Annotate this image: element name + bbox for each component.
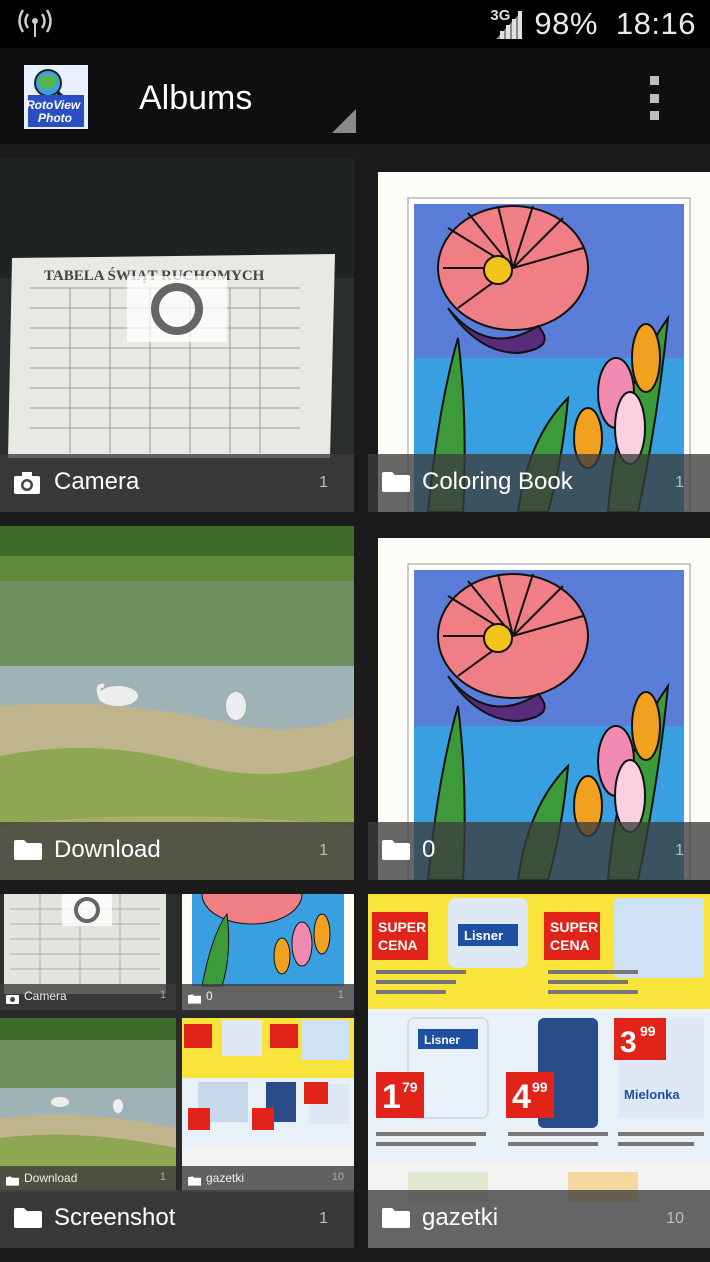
app-logo[interactable]: RotoView Photo (24, 65, 88, 129)
price-1-cents: 79 (402, 1079, 418, 1095)
album-count: 1 (675, 842, 684, 859)
battery-percentage: 98% (534, 6, 598, 41)
album-count: 10 (666, 1210, 684, 1227)
album-tile-screenshot[interactable]: Camera 1 0 1 Download 1 gazetki 10 Scree… (0, 894, 354, 1248)
album-count: 1 (319, 1210, 328, 1227)
folder-icon (14, 840, 42, 865)
folder-icon (6, 1173, 19, 1191)
mini-album-count: 10 (331, 1171, 344, 1183)
promo-super-1: SUPER (378, 919, 426, 935)
brand-mielonka: Mielonka (624, 1087, 680, 1102)
price-2-cents: 99 (532, 1079, 548, 1095)
album-name: 0 (422, 836, 436, 863)
mini-album-name: gazetki (206, 1171, 245, 1185)
mini-album-count: 1 (159, 1171, 166, 1183)
album-tile-gazetki[interactable]: SUPER CENA SUPER CENA Lisner Lisner Miel… (368, 894, 710, 1248)
folder-icon (188, 991, 201, 1009)
mini-album-name: Camera (24, 989, 67, 1003)
page-title[interactable]: Albums (139, 79, 252, 118)
logo-text-line1: RotoView (26, 98, 81, 112)
mini-album-name: Download (24, 1171, 78, 1185)
album-tile-0[interactable]: 0 1 (368, 526, 710, 880)
promo-cena-1: CENA (378, 937, 418, 953)
brand-lisner-2: Lisner (424, 1033, 460, 1047)
promo-super-2: SUPER (550, 919, 598, 935)
album-count: 1 (319, 842, 328, 859)
album-count: 1 (319, 474, 328, 491)
folder-icon (188, 1173, 201, 1191)
brand-lisner-1: Lisner (464, 928, 503, 943)
wireless-signal-icon (18, 9, 52, 44)
mini-album-count: 1 (159, 989, 166, 1001)
logo-text-line2: Photo (38, 111, 72, 125)
album-name: Coloring Book (422, 468, 573, 495)
mini-tile-0: 0 1 (182, 894, 354, 1010)
promo-cena-2: CENA (550, 937, 590, 953)
price-3: 3 (620, 1026, 637, 1059)
camera-icon (6, 991, 19, 1009)
album-name: Camera (54, 468, 140, 495)
folder-icon (382, 840, 410, 865)
folder-icon (382, 1208, 410, 1233)
mini-album-count: 1 (337, 989, 344, 1001)
album-tile-coloring-book[interactable]: Coloring Book 1 (368, 158, 710, 512)
cell-signal-icon: 3G (490, 7, 524, 41)
album-tile-camera[interactable]: TABELA ŚWIĄT RUCHOMYCH Camera 1 (0, 158, 354, 512)
status-bar: 3G 98% 18:16 (0, 0, 710, 48)
camera-icon (14, 472, 40, 499)
album-name: Screenshot (54, 1204, 176, 1231)
dropdown-indicator-icon[interactable] (332, 109, 356, 133)
mini-tile-camera: Camera 1 (0, 894, 176, 1010)
album-name: Download (54, 836, 161, 863)
clock: 18:16 (615, 6, 696, 41)
price-1: 1 (382, 1078, 401, 1116)
folder-icon (14, 1208, 42, 1233)
mini-tile-download: Download 1 (0, 1018, 176, 1192)
album-tile-download[interactable]: Download 1 (0, 526, 354, 880)
folder-icon (382, 472, 410, 497)
price-2: 4 (512, 1078, 531, 1116)
album-count: 1 (675, 474, 684, 491)
overflow-menu-icon[interactable] (644, 76, 664, 120)
mini-album-name: 0 (206, 989, 213, 1003)
price-3-cents: 99 (640, 1023, 656, 1039)
mini-tile-gazetki: gazetki 10 (182, 1018, 354, 1192)
album-name: gazetki (422, 1204, 499, 1231)
